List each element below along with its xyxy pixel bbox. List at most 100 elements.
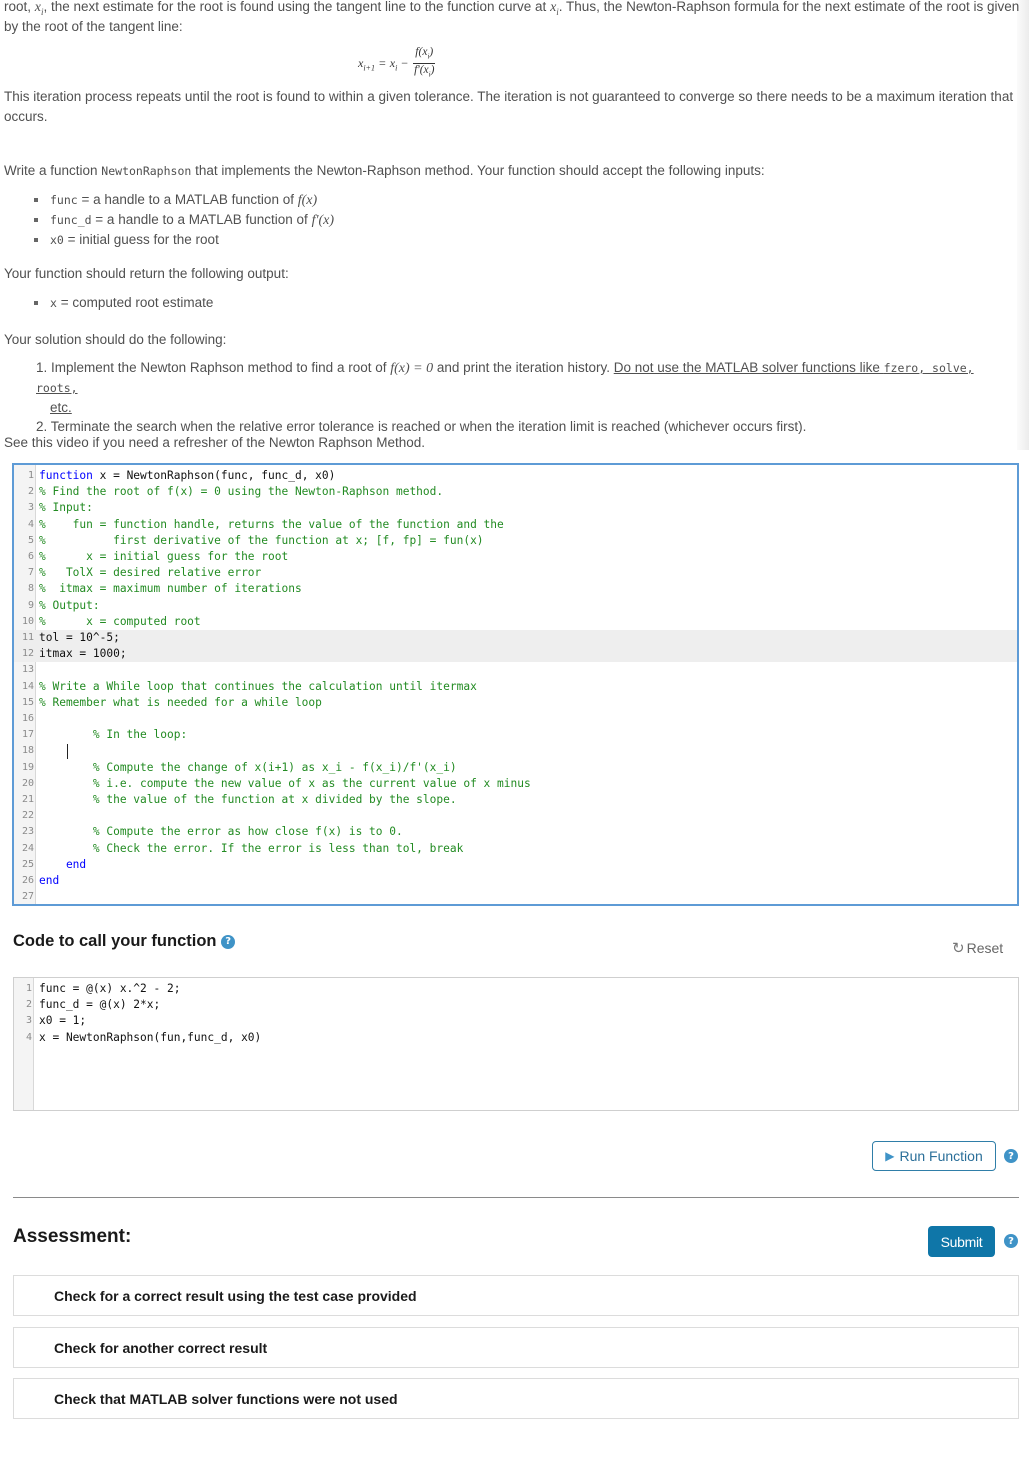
code-line[interactable]: 20 % i.e. compute the new value of x as …	[14, 776, 1017, 792]
code-line[interactable]: 26 end	[14, 873, 1017, 889]
code-line[interactable]: 7 % TolX = desired relative error	[14, 565, 1017, 581]
help-icon[interactable]: ?	[221, 934, 236, 949]
solution-label: Your solution should do the following:	[4, 332, 227, 347]
code-keyword: end	[39, 874, 60, 887]
line-number: 10	[21, 615, 34, 627]
assessment-item[interactable]: Check that MATLAB solver functions were …	[13, 1378, 1019, 1419]
code-token: x = NewtonRaphson(func, func_d, x0)	[92, 469, 336, 482]
code-line[interactable]: 4 % fun = function handle, returns the va…	[14, 517, 1017, 533]
math-sub: i+1	[363, 62, 375, 72]
code-line[interactable]: 6 % x = initial guess for the root	[14, 549, 1017, 565]
code-text: % first derivative of the function at x;…	[39, 533, 484, 549]
reset-button[interactable]: ↻ Reset	[952, 939, 1003, 957]
line-number: 20	[21, 777, 34, 789]
code-line[interactable]: 5 % first derivative of the function at x…	[14, 533, 1017, 549]
code-line[interactable]: 11 tol = 10^-5;	[14, 630, 1017, 647]
input-code: func_d	[50, 213, 92, 227]
line-number: 23	[21, 826, 34, 838]
code-line[interactable]: 9 % Output:	[14, 598, 1017, 614]
page-scrollbar[interactable]	[1017, 0, 1029, 450]
code-line[interactable]: 18	[14, 743, 1017, 759]
code-line[interactable]: 14 % Write a While loop that continues th…	[14, 679, 1017, 695]
input-math: f'(x)	[311, 213, 334, 228]
code-text: % Write a While loop that continues the …	[39, 679, 477, 695]
code-keyword: end	[39, 857, 87, 871]
inputs-list: func = a handle to a MATLAB function of …	[34, 190, 334, 250]
line-number: 11	[21, 632, 34, 643]
code-line[interactable]: 25 end	[14, 857, 1017, 873]
code-line[interactable]: 10 % x = computed root	[14, 614, 1017, 630]
code-text: % Compute the change of x(i+1) as x_i - …	[39, 760, 457, 776]
formula-numerator: f(xi)	[413, 46, 436, 65]
code-comment: % x = computed root	[39, 614, 201, 628]
run-function-button[interactable]: ▶ Run Function	[872, 1141, 996, 1171]
line-number: 26	[21, 875, 34, 886]
math-text: )	[430, 64, 435, 77]
run-function-label: Run Function	[899, 1148, 983, 1164]
return-label: Your function should return the followin…	[4, 266, 289, 281]
code-line[interactable]: 2 % Find the root of f(x) = 0 using the N…	[14, 484, 1017, 500]
code-line[interactable]: 4 x = NewtonRaphson(fun,func_d, x0)	[14, 1030, 1018, 1046]
code-line[interactable]: 27	[14, 889, 1017, 904]
code-comment: % fun = function handle, returns the val…	[39, 517, 504, 531]
code-line[interactable]: 22	[14, 808, 1017, 824]
line-number: 8	[27, 583, 34, 595]
input-code: x0	[50, 233, 64, 247]
code-line[interactable]: 12 itmax = 1000;	[14, 646, 1017, 663]
submit-help-icon[interactable]: ?	[1004, 1234, 1018, 1248]
code-line[interactable]: 3 x0 = 1;	[14, 1013, 1018, 1029]
iteration-paragraph-line-1: This iteration process repeats until the…	[4, 89, 1014, 104]
reset-icon: ↻	[952, 939, 965, 957]
code-line[interactable]: 16	[14, 711, 1017, 727]
code-token: itmax = 1000;	[39, 647, 127, 661]
code-line[interactable]: 15 % Remember what is needed for a while …	[14, 695, 1017, 711]
line-number: 3	[27, 502, 34, 514]
code-comment: % TolX = desired relative error	[39, 566, 262, 580]
code-text: x = NewtonRaphson(fun,func_d, x0)	[39, 1030, 262, 1044]
output-code: x	[50, 296, 57, 310]
code-comment: % i.e. compute the new value of x as the…	[39, 776, 531, 790]
line-number: 2	[25, 999, 32, 1011]
code-text: tol = 10^-5;	[39, 630, 120, 646]
task-text: Write a function	[4, 163, 102, 178]
code-line[interactable]: 1 function x = NewtonRaphson(func, func_d…	[14, 468, 1017, 484]
code-comment: % Compute the error as how close f(x) is…	[39, 825, 403, 839]
submit-button[interactable]: Submit	[928, 1226, 995, 1257]
input-text: = a handle to a MATLAB function of	[91, 212, 312, 227]
code-text: % itmax = maximum number of iterations	[39, 581, 302, 597]
intro-line-2: by the root of the tangent line:	[4, 19, 183, 34]
code-text: % In the loop:	[39, 727, 187, 743]
line-number: 21	[21, 794, 34, 805]
line-number: 2	[27, 486, 34, 498]
line-number: 1	[27, 470, 34, 481]
line-number: 1	[25, 983, 32, 994]
code-text: % Remember what is needed for a while lo…	[39, 695, 322, 711]
math-text: f(x	[415, 46, 428, 58]
code-line[interactable]: 19 % Compute the change of x(i+1) as x_i…	[14, 760, 1017, 776]
code-text: % fun = function handle, returns the val…	[39, 517, 504, 533]
assessment-item[interactable]: Check for a correct result using the tes…	[13, 1275, 1019, 1316]
call-code-editor[interactable]: 1 func = @(x) x.^2 - 2; 2 func_d = @(x) 2*x…	[13, 977, 1019, 1111]
assessment-item[interactable]: Check for another correct result	[13, 1327, 1019, 1368]
code-line[interactable]: 21 % the value of the function at x divi…	[14, 792, 1017, 808]
math-sub: i	[395, 62, 398, 72]
code-line[interactable]: 24 % Check the error. If the error is le…	[14, 841, 1017, 857]
code-line[interactable]: 23 % Compute the error as how close f(x)…	[14, 824, 1017, 840]
code-line[interactable]: 17 % In the loop:	[14, 727, 1017, 743]
line-number: 13	[21, 664, 34, 676]
run-help-icon[interactable]: ?	[1004, 1149, 1018, 1163]
function-code-editor[interactable]: 1 function x = NewtonRaphson(func, func_d…	[12, 463, 1019, 906]
iteration-paragraph-line-2: occurs.	[4, 109, 48, 124]
play-icon: ▶	[885, 1149, 895, 1163]
code-line[interactable]: 13	[14, 662, 1017, 678]
code-line[interactable]: 1 func = @(x) x.^2 - 2;	[14, 981, 1018, 997]
code-line[interactable]: 8 % itmax = maximum number of iterations	[14, 581, 1017, 597]
line-number: 9	[27, 599, 34, 611]
line-number: 3	[25, 1015, 32, 1027]
input-item: func_d = a handle to a MATLAB function o…	[34, 210, 334, 230]
code-line[interactable]: 2 func_d = @(x) 2*x;	[14, 997, 1018, 1013]
line-number: 14	[21, 680, 34, 692]
code-comment: % Compute the change of x(i+1) as x_i - …	[39, 760, 457, 774]
code-line[interactable]: 3 % Input:	[14, 500, 1017, 516]
step-text: Terminate the search when the relative e…	[50, 419, 807, 434]
